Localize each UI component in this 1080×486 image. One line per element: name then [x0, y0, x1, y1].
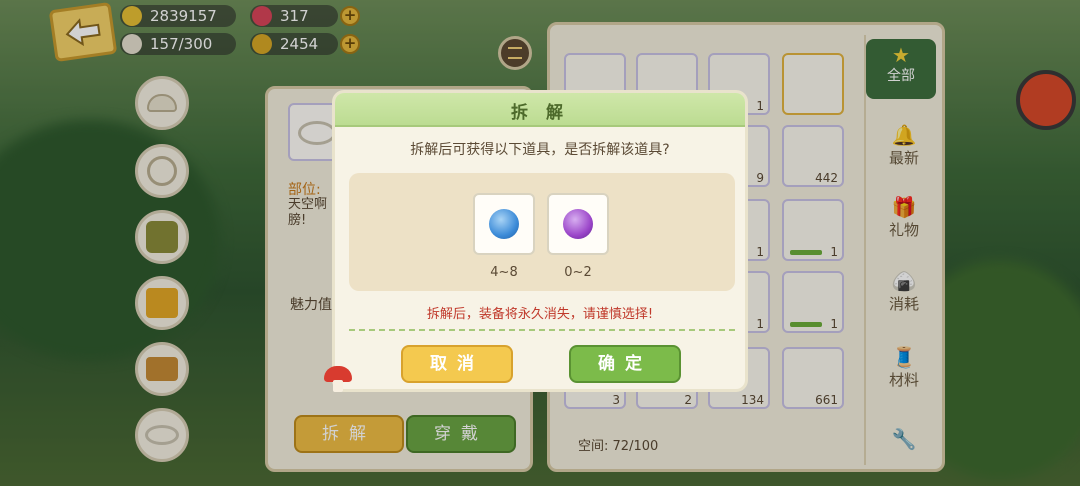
- dialog-header: 拆 解: [335, 93, 745, 127]
- dialog-title: 拆 解: [511, 103, 569, 123]
- cancel-button[interactable]: 取消: [401, 345, 513, 383]
- blue-gem-icon: [489, 209, 519, 239]
- reward-range: 4~8: [490, 265, 518, 280]
- split-confirm-dialog: 拆 解 拆解后可获得以下道具，是否拆解该道具? 4~8 0~2 拆解后，装备将永…: [332, 90, 748, 392]
- mushroom-icon: [322, 366, 354, 394]
- purple-gem-icon: [563, 209, 593, 239]
- dialog-question: 拆解后可获得以下道具，是否拆解该道具?: [410, 142, 670, 158]
- dialog-warning: 拆解后，装备将永久消失，请谨慎选择!: [426, 307, 654, 322]
- confirm-button[interactable]: 确定: [569, 345, 681, 383]
- reward-item[interactable]: [473, 193, 535, 255]
- divider: [349, 329, 735, 331]
- reward-range: 0~2: [564, 265, 592, 280]
- reward-item[interactable]: [547, 193, 609, 255]
- reward-list: 4~8 0~2: [349, 173, 735, 291]
